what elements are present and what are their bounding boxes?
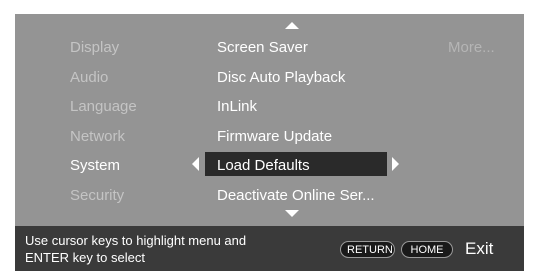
help-text: Use cursor keys to highlight menu and EN…	[25, 232, 285, 266]
category-network[interactable]: Network	[70, 128, 125, 145]
option-load-defaults[interactable]: Load Defaults	[217, 157, 310, 174]
option-firmware-update[interactable]: Firmware Update	[217, 128, 332, 145]
option-deactivate-online-service[interactable]: Deactivate Online Ser...	[217, 187, 375, 204]
option-screen-saver[interactable]: Screen Saver	[217, 39, 308, 56]
category-display[interactable]: Display	[70, 39, 119, 56]
arrow-left-icon[interactable]	[192, 157, 199, 171]
return-button[interactable]: RETURN	[340, 241, 395, 258]
category-audio[interactable]: Audio	[70, 69, 108, 86]
arrow-right-icon[interactable]	[392, 157, 399, 171]
footer-bar: Use cursor keys to highlight menu and EN…	[15, 226, 524, 271]
help-line-2: ENTER key to select	[25, 250, 145, 265]
more-option[interactable]: More...	[448, 39, 495, 56]
help-line-1: Use cursor keys to highlight menu and	[25, 233, 247, 248]
category-system[interactable]: System	[70, 157, 120, 174]
home-button[interactable]: HOME	[401, 241, 453, 258]
option-inlink[interactable]: InLink	[217, 98, 257, 115]
option-disc-auto-playback[interactable]: Disc Auto Playback	[217, 69, 345, 86]
arrow-down-icon[interactable]	[285, 210, 299, 217]
category-language[interactable]: Language	[70, 98, 137, 115]
arrow-up-icon[interactable]	[285, 22, 299, 29]
exit-label[interactable]: Exit	[465, 239, 493, 259]
category-security[interactable]: Security	[70, 187, 124, 204]
